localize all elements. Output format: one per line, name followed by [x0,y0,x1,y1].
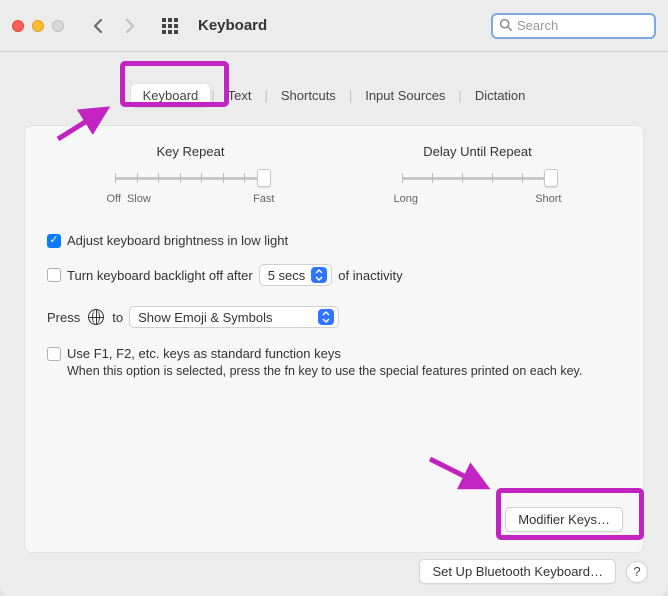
tab-shortcuts[interactable]: Shortcuts [269,84,348,107]
backlight-delay-select[interactable]: 5 secs [259,264,333,286]
chevron-updown-icon [318,309,334,325]
search-field[interactable] [491,13,656,39]
search-input[interactable] [517,18,668,33]
tab-input-sources[interactable]: Input Sources [353,84,457,107]
backlight-off-checkbox[interactable] [47,268,61,282]
window-controls [12,20,64,32]
globe-action-value: Show Emoji & Symbols [138,310,272,325]
fn-keys-description: When this option is selected, press the … [67,363,621,381]
key-repeat-slow-label: Slow [127,193,151,205]
tab-dictation[interactable]: Dictation [463,84,538,107]
help-button[interactable]: ? [626,561,648,583]
fn-keys-checkbox[interactable] [47,347,61,361]
globe-action-select[interactable]: Show Emoji & Symbols [129,306,339,328]
tab-keyboard[interactable]: Keyboard [131,84,211,107]
key-repeat-label: Key Repeat [157,144,225,159]
close-icon[interactable] [12,20,24,32]
adjust-brightness-label: Adjust keyboard brightness in low light [67,233,288,248]
preferences-window: Keyboard Keyboard | Text | Shortcuts | I… [0,0,668,596]
adjust-brightness-checkbox[interactable] [47,234,61,248]
key-repeat-track[interactable] [115,169,265,189]
backlight-off-prefix: Turn keyboard backlight off after [67,268,253,283]
globe-mid: to [112,310,123,325]
minimize-icon[interactable] [32,20,44,32]
globe-prefix: Press [47,310,80,325]
annotation-arrow-1 [54,103,114,146]
window-title: Keyboard [198,17,267,34]
backlight-delay-value: 5 secs [268,268,306,283]
show-all-icon[interactable] [160,16,180,36]
key-repeat-off-label: Off [106,193,120,205]
bottom-bar: Set Up Bluetooth Keyboard… ? [419,559,648,584]
delay-slider: Delay Until Repeat Long Short [340,144,616,205]
backlight-off-suffix: of inactivity [338,268,402,283]
titlebar: Keyboard [0,0,668,52]
zoom-icon [52,20,64,32]
delay-label: Delay Until Repeat [423,144,531,159]
globe-icon [88,309,104,325]
modifier-keys-button[interactable]: Modifier Keys… [505,507,623,532]
annotation-arrow-2 [426,455,496,498]
delay-track[interactable] [402,169,552,189]
forward-button [116,14,144,38]
delay-long-label: Long [393,193,417,205]
delay-short-label: Short [535,193,561,205]
chevron-updown-icon [311,267,327,283]
keyboard-panel: Key Repeat Off Slow Fast Delay Until Rep… [24,125,644,553]
bluetooth-keyboard-button[interactable]: Set Up Bluetooth Keyboard… [419,559,616,584]
key-repeat-fast-label: Fast [253,193,274,205]
delay-knob[interactable] [544,169,558,187]
tab-text[interactable]: Text [216,84,264,107]
nav-arrows [84,14,144,38]
fn-keys-label: Use F1, F2, etc. keys as standard functi… [67,346,341,361]
search-icon [499,18,512,34]
key-repeat-knob[interactable] [257,169,271,187]
key-repeat-slider: Key Repeat Off Slow Fast [53,144,329,205]
back-button[interactable] [84,14,112,38]
